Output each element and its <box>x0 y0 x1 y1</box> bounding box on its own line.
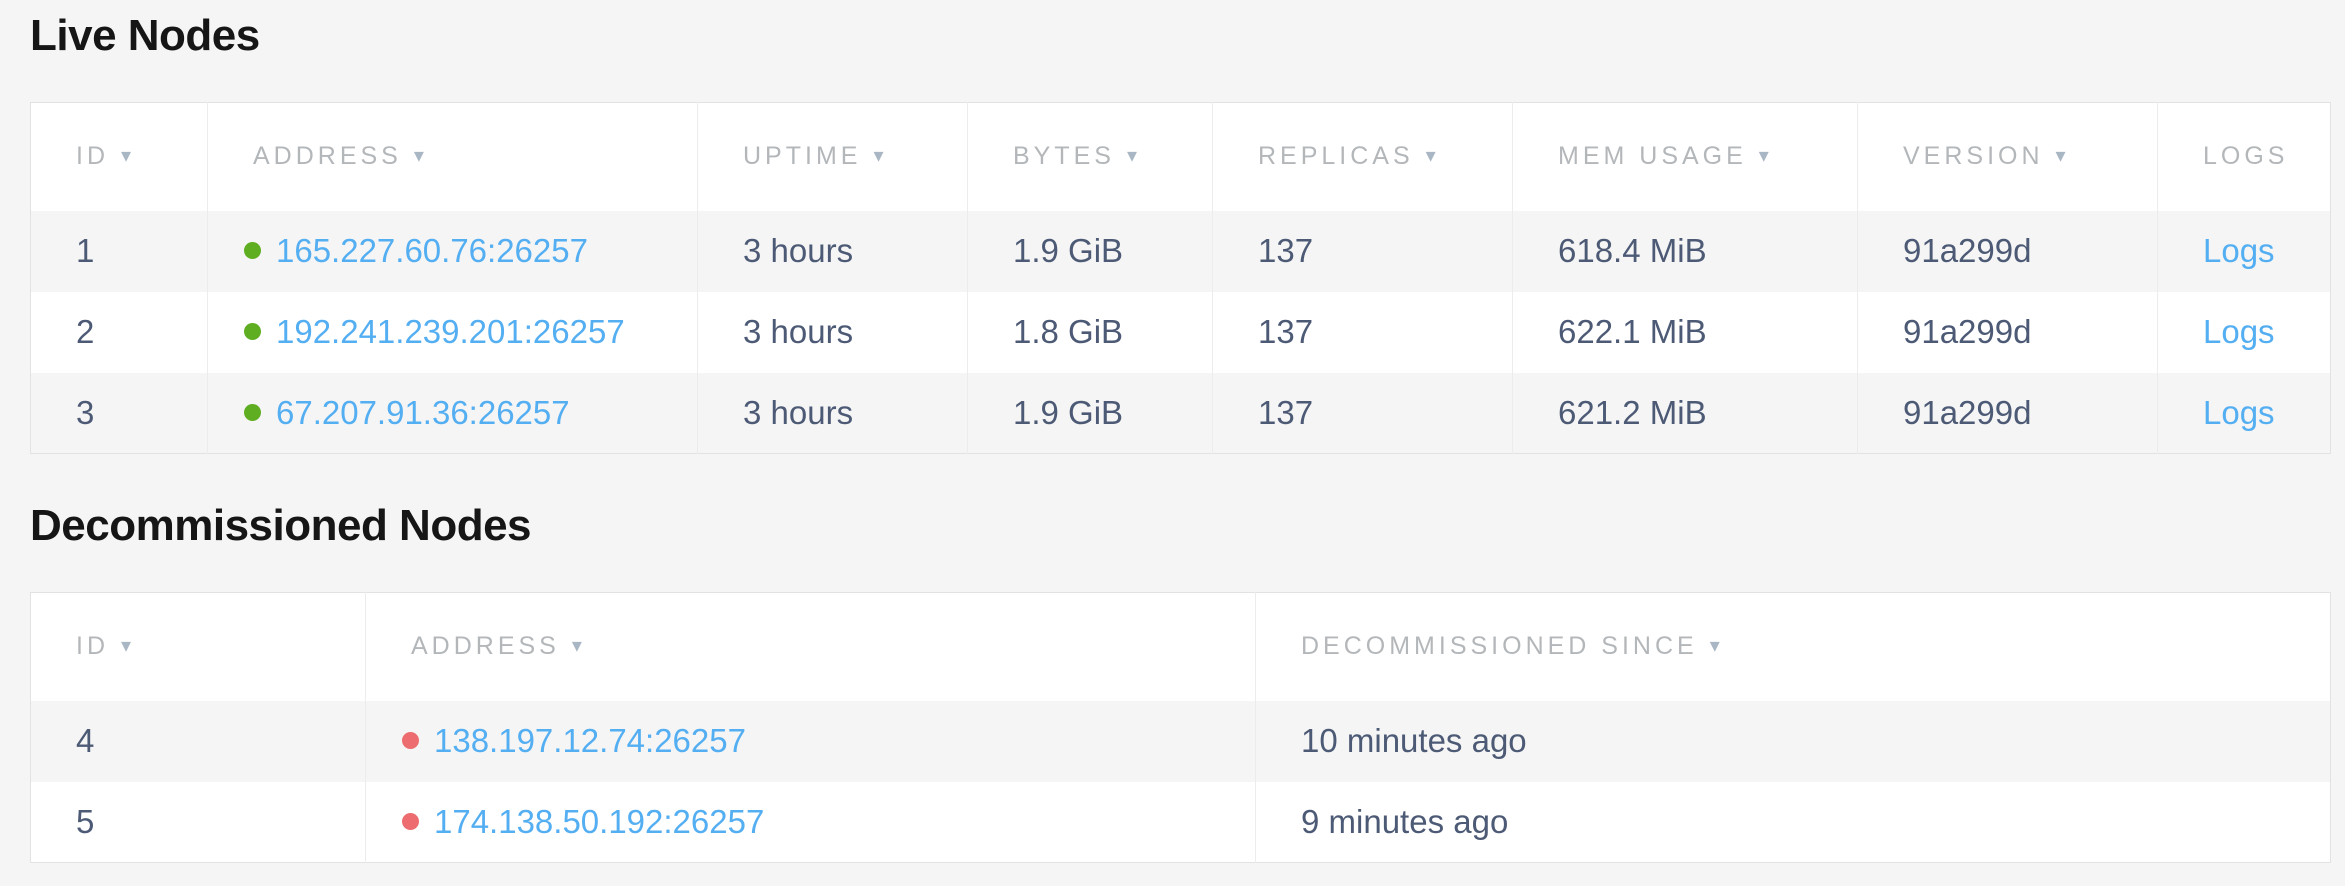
node-replicas-cell: 137 <box>1213 211 1513 292</box>
live-nodes-section: Live Nodes ID ▾ ADDRESS ▾ UPTIME ▾ <box>30 10 2330 454</box>
node-id-cell: 1 <box>31 211 208 292</box>
col-header-id[interactable]: ID ▾ <box>31 103 208 211</box>
col-header-address[interactable]: ADDRESS ▾ <box>208 103 698 211</box>
col-header-logs: LOGS <box>2158 103 2331 211</box>
node-replicas-cell: 137 <box>1213 292 1513 373</box>
node-version-cell: 91a299d <box>1858 373 2158 454</box>
decommissioned-since-cell: 9 minutes ago <box>1256 782 2331 863</box>
col-header-decommissioned-since[interactable]: DECOMMISSIONED SINCE ▾ <box>1256 593 2331 701</box>
node-address-cell: 138.197.12.74:26257 <box>366 701 1256 782</box>
logs-link[interactable]: Logs <box>2203 394 2275 431</box>
col-header-uptime[interactable]: UPTIME ▾ <box>698 103 968 211</box>
col-header-bytes[interactable]: BYTES ▾ <box>968 103 1213 211</box>
node-uptime-cell: 3 hours <box>698 292 968 373</box>
col-header-bytes-label: BYTES <box>1013 142 1115 170</box>
node-mem-usage-cell: 618.4 MiB <box>1513 211 1858 292</box>
node-id-cell: 5 <box>31 782 366 863</box>
decommissioned-status-dot-icon <box>402 732 419 749</box>
node-uptime-cell: 3 hours <box>698 211 968 292</box>
table-row: 4 138.197.12.74:26257 10 minutes ago <box>31 701 2331 782</box>
node-logs-cell: Logs <box>2158 292 2331 373</box>
live-status-dot-icon <box>244 404 261 421</box>
decommissioned-nodes-title: Decommissioned Nodes <box>30 500 2330 552</box>
decommissioned-nodes-header-row: ID ▾ ADDRESS ▾ DECOMMISSIONED SINCE ▾ <box>31 593 2331 701</box>
col-header-decommissioned-since-label: DECOMMISSIONED SINCE <box>1301 632 1698 660</box>
col-header-id-label: ID <box>76 142 109 170</box>
live-nodes-header-row: ID ▾ ADDRESS ▾ UPTIME ▾ BYTES ▾ REPLICAS ▾ <box>31 103 2331 211</box>
col-header-replicas[interactable]: REPLICAS ▾ <box>1213 103 1513 211</box>
node-address-cell: 165.227.60.76:26257 <box>208 211 698 292</box>
live-nodes-table: ID ▾ ADDRESS ▾ UPTIME ▾ BYTES ▾ REPLICAS ▾ <box>30 102 2331 454</box>
col-header-mem-usage-label: MEM USAGE <box>1558 142 1747 170</box>
sort-arrow-icon: ▾ <box>121 145 131 167</box>
live-status-dot-icon <box>244 323 261 340</box>
sort-arrow-icon: ▾ <box>414 145 424 167</box>
node-mem-usage-cell: 621.2 MiB <box>1513 373 1858 454</box>
node-address-link[interactable]: 174.138.50.192:26257 <box>434 803 764 840</box>
live-status-dot-icon <box>244 242 261 259</box>
col-header-address-label: ADDRESS <box>411 632 560 660</box>
logs-link[interactable]: Logs <box>2203 313 2275 350</box>
node-address-link[interactable]: 67.207.91.36:26257 <box>276 394 570 431</box>
sort-arrow-icon: ▾ <box>2056 145 2066 167</box>
node-bytes-cell: 1.9 GiB <box>968 373 1213 454</box>
decommissioned-status-dot-icon <box>402 813 419 830</box>
node-uptime-cell: 3 hours <box>698 373 968 454</box>
node-version-cell: 91a299d <box>1858 211 2158 292</box>
sort-arrow-icon: ▾ <box>1127 145 1137 167</box>
node-address-cell: 67.207.91.36:26257 <box>208 373 698 454</box>
node-replicas-cell: 137 <box>1213 373 1513 454</box>
col-header-version[interactable]: VERSION ▾ <box>1858 103 2158 211</box>
sort-arrow-icon: ▾ <box>572 635 582 657</box>
col-header-id-label: ID <box>76 632 109 660</box>
sort-arrow-icon: ▾ <box>121 635 131 657</box>
col-header-address-label: ADDRESS <box>253 142 402 170</box>
node-address-cell: 192.241.239.201:26257 <box>208 292 698 373</box>
table-row: 3 67.207.91.36:26257 3 hours 1.9 GiB 137… <box>31 373 2331 454</box>
live-nodes-title: Live Nodes <box>30 10 2330 62</box>
node-id-cell: 4 <box>31 701 366 782</box>
sort-arrow-icon: ▾ <box>1426 145 1436 167</box>
col-header-replicas-label: REPLICAS <box>1258 142 1414 170</box>
node-logs-cell: Logs <box>2158 373 2331 454</box>
node-bytes-cell: 1.8 GiB <box>968 292 1213 373</box>
node-address-link[interactable]: 138.197.12.74:26257 <box>434 722 746 759</box>
nodes-overview-page: Live Nodes ID ▾ ADDRESS ▾ UPTIME ▾ <box>0 0 2345 863</box>
col-header-logs-label: LOGS <box>2203 142 2288 170</box>
decommissioned-since-cell: 10 minutes ago <box>1256 701 2331 782</box>
col-header-id[interactable]: ID ▾ <box>31 593 366 701</box>
col-header-version-label: VERSION <box>1903 142 2044 170</box>
table-row: 1 165.227.60.76:26257 3 hours 1.9 GiB 13… <box>31 211 2331 292</box>
sort-arrow-icon: ▾ <box>1759 145 1769 167</box>
node-logs-cell: Logs <box>2158 211 2331 292</box>
col-header-address[interactable]: ADDRESS ▾ <box>366 593 1256 701</box>
node-mem-usage-cell: 622.1 MiB <box>1513 292 1858 373</box>
decommissioned-nodes-section: Decommissioned Nodes ID ▾ ADDRESS ▾ DECOMM… <box>30 500 2330 863</box>
node-address-link[interactable]: 165.227.60.76:26257 <box>276 232 588 269</box>
sort-arrow-icon: ▾ <box>873 145 883 167</box>
sort-arrow-icon: ▾ <box>1710 635 1720 657</box>
col-header-mem-usage[interactable]: MEM USAGE ▾ <box>1513 103 1858 211</box>
table-row: 2 192.241.239.201:26257 3 hours 1.8 GiB … <box>31 292 2331 373</box>
node-version-cell: 91a299d <box>1858 292 2158 373</box>
decommissioned-nodes-table: ID ▾ ADDRESS ▾ DECOMMISSIONED SINCE ▾ 4 138… <box>30 592 2331 863</box>
logs-link[interactable]: Logs <box>2203 232 2275 269</box>
node-id-cell: 3 <box>31 373 208 454</box>
col-header-uptime-label: UPTIME <box>743 142 861 170</box>
node-address-link[interactable]: 192.241.239.201:26257 <box>276 313 625 350</box>
node-bytes-cell: 1.9 GiB <box>968 211 1213 292</box>
node-address-cell: 174.138.50.192:26257 <box>366 782 1256 863</box>
table-row: 5 174.138.50.192:26257 9 minutes ago <box>31 782 2331 863</box>
node-id-cell: 2 <box>31 292 208 373</box>
